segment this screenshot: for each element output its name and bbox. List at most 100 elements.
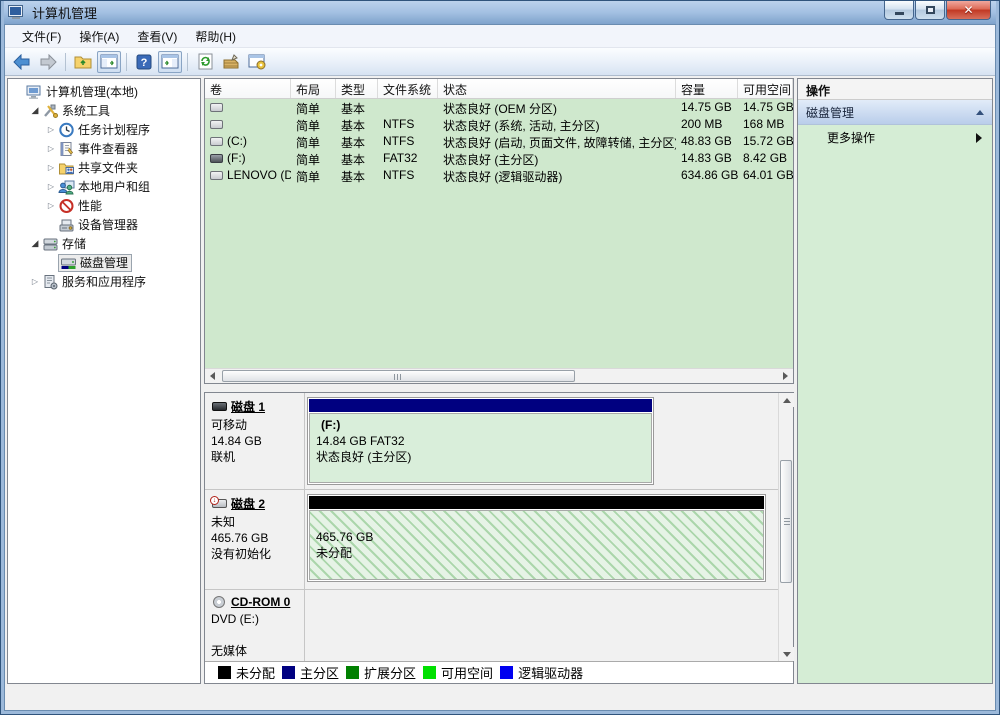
legend-bar: 未分配 主分区 扩展分区 可用空间 逻辑驱动器 — [205, 661, 793, 683]
unallocated-region[interactable]: 465.76 GB 未分配 — [307, 494, 766, 582]
expander[interactable]: ◢ — [28, 105, 42, 116]
disk-2-graph: 465.76 GB 未分配 — [305, 490, 778, 589]
disk-1-label[interactable]: 磁盘 1 可移动 14.84 GB 联机 — [205, 393, 305, 489]
actions-section-disk-management[interactable]: 磁盘管理 — [798, 100, 992, 125]
selected-tree-item[interactable]: 磁盘管理 — [58, 254, 132, 272]
volume-row-c[interactable]: (C:) 简单 基本 NTFS 状态良好 (启动, 页面文件, 故障转储, 主分… — [205, 133, 793, 150]
scroll-up-button[interactable] — [779, 393, 794, 407]
volume-row-system[interactable]: 简单 基本 NTFS 状态良好 (系统, 活动, 主分区) 200 MB 168… — [205, 116, 793, 133]
services-icon — [42, 274, 59, 290]
tree-item-computer-management[interactable]: 计算机管理(本地) — [8, 82, 200, 101]
scroll-down-icon — [783, 652, 791, 657]
tree-item-shared-folders[interactable]: ▷ 共享文件夹 — [8, 158, 200, 177]
column-filesystem[interactable]: 文件系统 — [378, 79, 438, 98]
tree-label: 本地用户和组 — [78, 178, 150, 195]
disk-2-label[interactable]: ↓磁盘 2 未知 465.76 GB 没有初始化 — [205, 490, 305, 589]
column-status[interactable]: 状态 — [438, 79, 676, 98]
console-tree-icon[interactable] — [97, 51, 121, 73]
minimize-button[interactable] — [884, 1, 914, 20]
tree-item-event-viewer[interactable]: ▷ 事件查看器 — [8, 139, 200, 158]
menu-bar: 文件(F) 操作(A) 查看(V) 帮助(H) — [5, 25, 995, 48]
partition-status: 状态良好 (主分区) — [316, 449, 645, 465]
legend-label: 主分区 — [300, 663, 339, 682]
primary-partition-bar — [309, 399, 652, 412]
legend-label: 逻辑驱动器 — [518, 663, 583, 682]
expander[interactable]: ▷ — [44, 182, 58, 191]
maximize-button[interactable] — [915, 1, 945, 20]
forward-icon[interactable] — [36, 51, 60, 73]
disk-size: 465.76 GB — [211, 530, 300, 546]
horizontal-scrollbar[interactable] — [205, 368, 793, 383]
legend-primary-chip — [282, 666, 295, 679]
refresh-icon[interactable] — [193, 51, 217, 73]
tree-item-disk-management[interactable]: 磁盘管理 — [8, 253, 200, 272]
volume-row-f[interactable]: (F:) 简单 基本 FAT32 状态良好 (主分区) 14.83 GB 8.4… — [205, 150, 793, 167]
partition-f[interactable]: (F:) 14.84 GB FAT32 状态良好 (主分区) — [307, 397, 654, 485]
volume-row-lenovo-d[interactable]: LENOVO (D:) 简单 基本 NTFS 状态良好 (逻辑驱动器) 634.… — [205, 167, 793, 184]
task-scheduler-icon — [58, 122, 75, 138]
more-actions-item[interactable]: 更多操作 — [798, 125, 992, 150]
scroll-left-icon — [210, 372, 215, 380]
collapse-icon[interactable] — [976, 110, 984, 115]
menu-action[interactable]: 操作(A) — [70, 25, 128, 48]
column-free-space[interactable]: 可用空间 — [738, 79, 793, 98]
back-icon[interactable] — [10, 51, 34, 73]
properties-icon[interactable] — [219, 51, 243, 73]
expander[interactable]: ▷ — [28, 277, 42, 286]
app-icon — [9, 6, 25, 20]
menu-help[interactable]: 帮助(H) — [186, 25, 245, 48]
expander[interactable]: ▷ — [44, 163, 58, 172]
legend-label: 未分配 — [236, 663, 275, 682]
expander[interactable]: ▷ — [44, 125, 58, 134]
unallocated-bar — [309, 496, 764, 509]
actions-section-label: 磁盘管理 — [806, 104, 854, 121]
thumb-grip — [784, 518, 790, 526]
menu-file[interactable]: 文件(F) — [13, 25, 70, 48]
disk-status: 没有初始化 — [211, 546, 300, 562]
column-layout[interactable]: 布局 — [291, 79, 336, 98]
action-pane-icon[interactable] — [158, 51, 182, 73]
tree-item-storage[interactable]: ◢ 存储 — [8, 234, 200, 253]
expander[interactable]: ▷ — [44, 201, 58, 210]
tree-label: 计算机管理(本地) — [46, 83, 138, 100]
tree-item-system-tools[interactable]: ◢ 系统工具 — [8, 101, 200, 120]
volume-icon — [210, 137, 223, 146]
event-viewer-icon — [58, 141, 75, 157]
volume-list: 卷 布局 类型 文件系统 状态 容量 可用空间 简单 基本 — [204, 78, 794, 384]
actions-title: 操作 — [798, 79, 992, 100]
up-level-icon[interactable] — [71, 51, 95, 73]
help-icon[interactable]: ? — [132, 51, 156, 73]
column-type[interactable]: 类型 — [336, 79, 378, 98]
tree-item-device-manager[interactable]: 设备管理器 — [8, 215, 200, 234]
title-bar[interactable]: 计算机管理 ✕ — [4, 1, 996, 24]
disk-name: 磁盘 2 — [231, 495, 265, 512]
volume-list-header: 卷 布局 类型 文件系统 状态 容量 可用空间 — [205, 79, 793, 99]
tree-item-task-scheduler[interactable]: ▷ 任务计划程序 — [8, 120, 200, 139]
panel-splitter[interactable] — [204, 384, 794, 392]
column-volume[interactable]: 卷 — [205, 79, 291, 98]
horizontal-scrollbar-thumb[interactable] — [222, 370, 575, 382]
tree-item-performance[interactable]: ▷ 性能 — [8, 196, 200, 215]
vertical-scrollbar-thumb[interactable] — [780, 460, 792, 583]
menu-view[interactable]: 查看(V) — [128, 25, 186, 48]
expander[interactable]: ◢ — [28, 238, 42, 249]
disk-name: CD-ROM 0 — [231, 595, 290, 609]
disk-1-row: 磁盘 1 可移动 14.84 GB 联机 (F:) — [205, 393, 778, 490]
scroll-right-button[interactable] — [778, 369, 793, 383]
tree-item-local-users-groups[interactable]: ▷ 本地用户和组 — [8, 177, 200, 196]
computer-icon — [26, 84, 43, 100]
scroll-down-button[interactable] — [779, 647, 794, 661]
close-button[interactable]: ✕ — [946, 1, 991, 20]
console-window-icon[interactable] — [245, 51, 269, 73]
cdrom-0-label[interactable]: CD-ROM 0 DVD (E:) 无媒体 — [205, 590, 305, 661]
scroll-left-button[interactable] — [205, 369, 220, 383]
vertical-scrollbar[interactable] — [778, 393, 793, 661]
more-actions-label: 更多操作 — [827, 129, 875, 146]
disk-1-graph: (F:) 14.84 GB FAT32 状态良好 (主分区) — [305, 393, 778, 489]
volume-row-oem[interactable]: 简单 基本 状态良好 (OEM 分区) 14.75 GB 14.75 GB — [205, 99, 793, 116]
expander[interactable]: ▷ — [44, 144, 58, 153]
column-capacity[interactable]: 容量 — [676, 79, 738, 98]
tree-item-services-applications[interactable]: ▷ 服务和应用程序 — [8, 272, 200, 291]
volume-list-body: 简单 基本 状态良好 (OEM 分区) 14.75 GB 14.75 GB 简单… — [205, 99, 793, 368]
volume-icon — [210, 120, 223, 129]
